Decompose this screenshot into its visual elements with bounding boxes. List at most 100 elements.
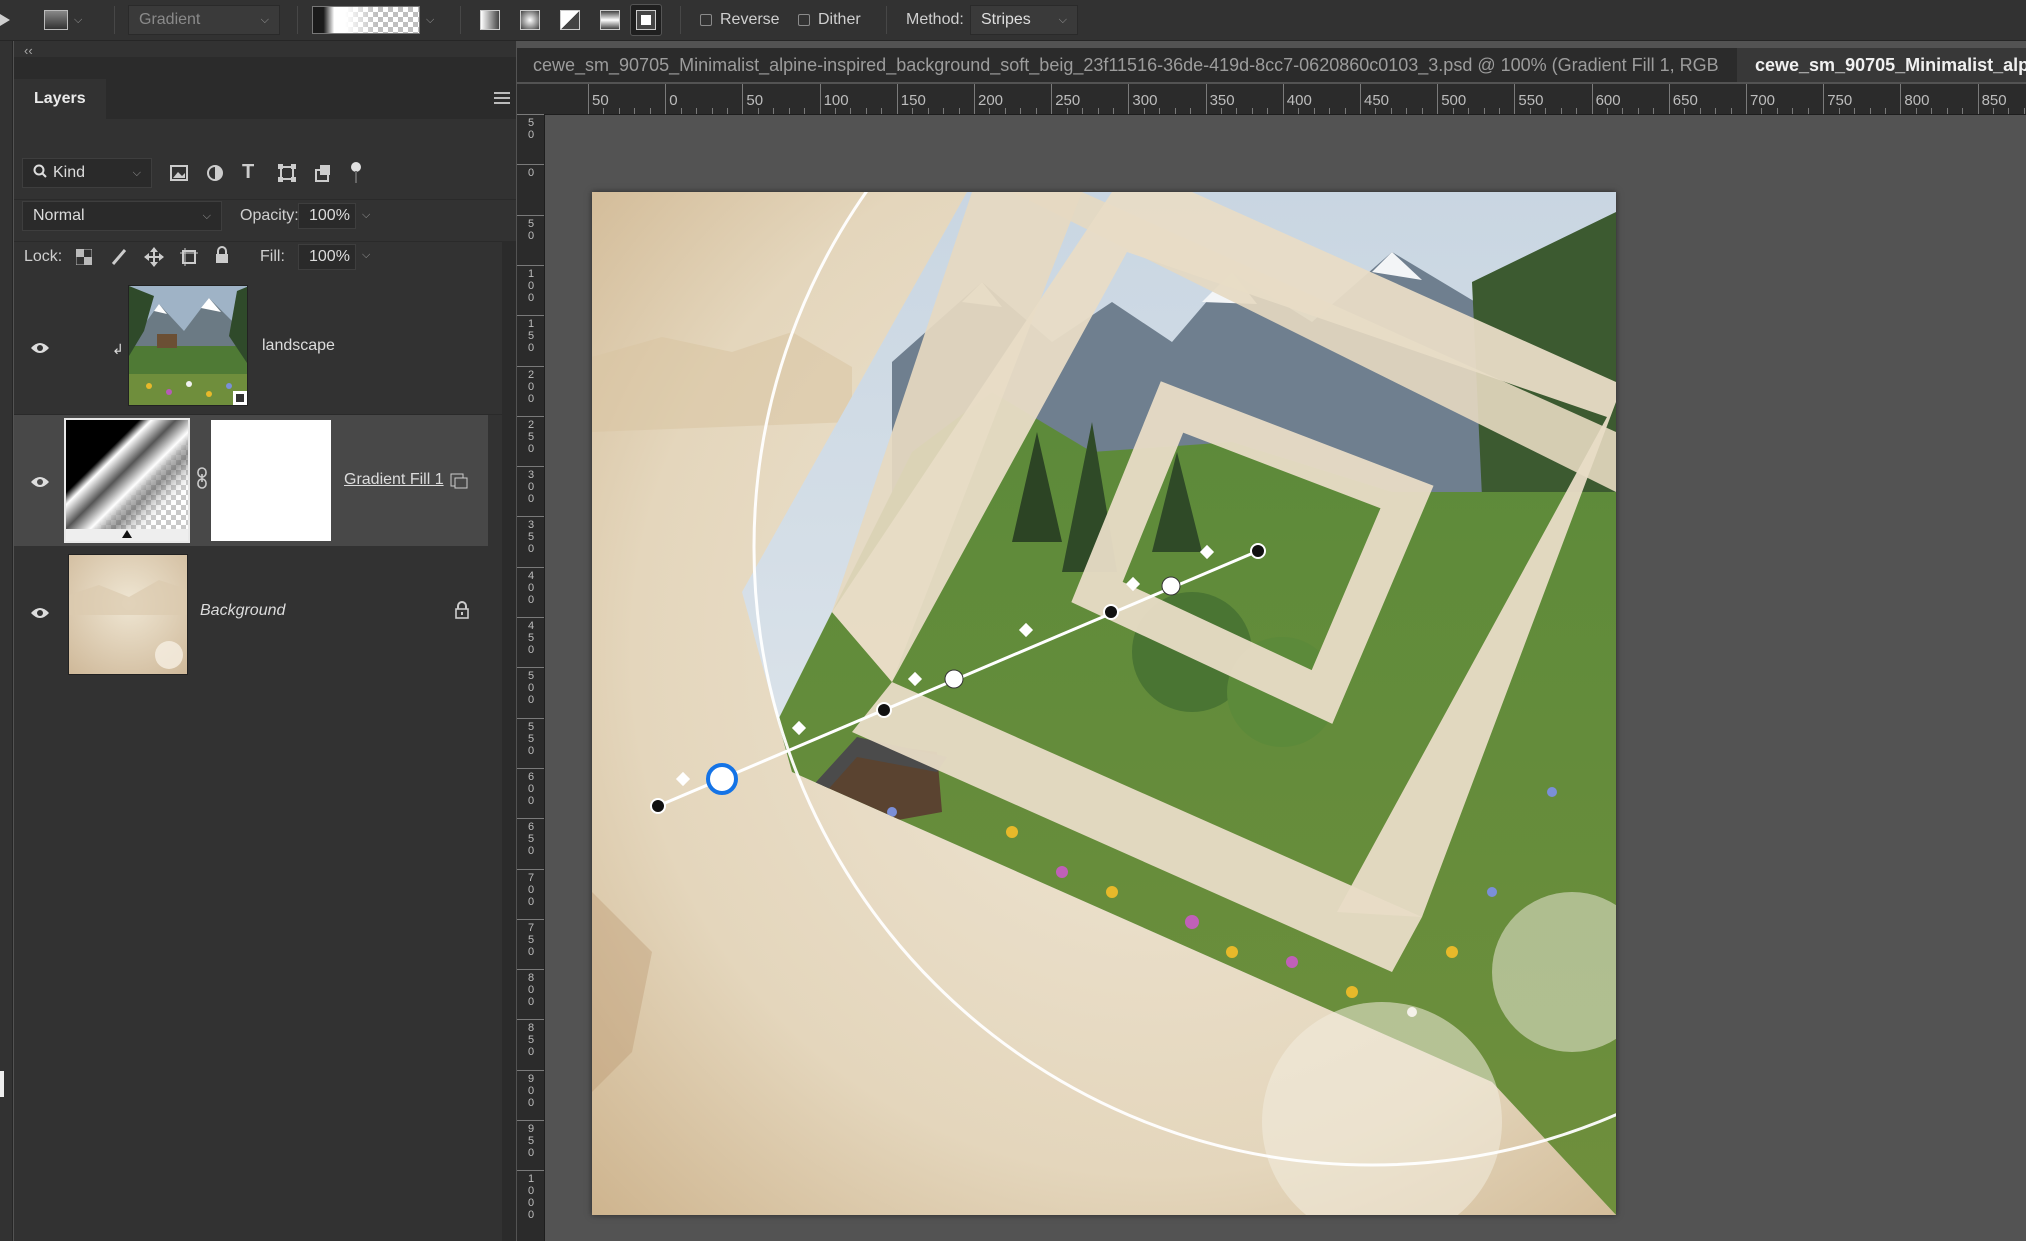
gradient-color-stop[interactable] bbox=[944, 669, 964, 689]
ruler-minor-tick bbox=[1251, 108, 1253, 114]
lock-all-icon[interactable] bbox=[214, 246, 230, 269]
layer-row-gradient-fill[interactable]: Gradient Fill 1 bbox=[14, 415, 488, 546]
angle-gradient-icon[interactable] bbox=[554, 4, 586, 36]
ruler-minor-tick bbox=[943, 108, 945, 114]
filter-smart-object-icon[interactable] bbox=[314, 164, 332, 187]
ruler-minor-tick bbox=[2008, 108, 2010, 114]
ruler-minor-tick bbox=[1190, 108, 1192, 114]
ruler-label: 450 bbox=[527, 620, 535, 656]
filter-image-icon[interactable] bbox=[170, 165, 188, 186]
layer-row-landscape[interactable]: ↲ landscape bbox=[14, 281, 488, 414]
document-tab-title: cewe_sm_90705_Minimalist_alpine-in bbox=[1755, 54, 2026, 75]
reflected-gradient-icon[interactable] bbox=[594, 4, 626, 36]
reverse-checkbox[interactable]: Reverse bbox=[700, 5, 780, 35]
lock-icon bbox=[454, 601, 470, 624]
ruler-tick bbox=[517, 1069, 544, 1071]
layer-name-gradient-fill[interactable]: Gradient Fill 1 bbox=[344, 471, 444, 489]
radial-gradient-icon[interactable] bbox=[514, 4, 546, 36]
ruler-label: 600 bbox=[1595, 92, 1621, 109]
checkbox-box bbox=[700, 14, 712, 26]
ruler-tick bbox=[517, 114, 544, 115]
panel-menu-icon[interactable] bbox=[494, 91, 510, 109]
lock-transparency-icon[interactable] bbox=[75, 248, 93, 270]
document-tab-active[interactable]: cewe_sm_90705_Minimalist_alpine-in bbox=[1737, 48, 2026, 82]
ruler-tick bbox=[517, 1120, 544, 1121]
gradient-tool-picker[interactable]: ⌵ bbox=[44, 5, 82, 35]
ruler-minor-tick bbox=[1962, 108, 1964, 114]
linear-gradient-icon[interactable] bbox=[474, 4, 506, 36]
ruler-tick bbox=[517, 415, 544, 417]
lock-artboard-icon[interactable] bbox=[180, 248, 198, 271]
ruler-label: 350 bbox=[1209, 92, 1235, 109]
gradient-color-stop[interactable] bbox=[650, 798, 666, 814]
opacity-label: Opacity: bbox=[240, 207, 299, 224]
ruler-minor-tick bbox=[1143, 108, 1145, 114]
ruler-minor-tick bbox=[711, 108, 713, 114]
ruler-minor-tick bbox=[1375, 108, 1377, 114]
gradient-color-stop[interactable] bbox=[1103, 604, 1119, 620]
filter-kind-dropdown[interactable]: Kind ⌵ bbox=[22, 158, 152, 188]
ruler-horizontal: 50 0 50 100 150 200 250 300 350 400 450 500 550 600 65… bbox=[517, 84, 2026, 115]
document-tab[interactable]: cewe_sm_90705_Minimalist_alpine-inspired… bbox=[533, 48, 1719, 82]
ruler-tick bbox=[517, 1170, 544, 1172]
ruler-tick bbox=[896, 84, 898, 114]
ruler-tick bbox=[819, 84, 821, 114]
ruler-label: 1000 bbox=[527, 1173, 535, 1222]
ruler-minor-tick bbox=[1344, 108, 1346, 114]
document-canvas[interactable] bbox=[592, 192, 1616, 1215]
fill-slider-arrow[interactable]: ⌵ bbox=[362, 249, 370, 262]
ruler-tick bbox=[517, 566, 544, 568]
collapse-panel-icon[interactable]: ‹‹ bbox=[24, 43, 33, 58]
opacity-slider-arrow[interactable]: ⌵ bbox=[362, 209, 370, 222]
filter-type-icon[interactable]: T bbox=[242, 161, 254, 184]
blend-mode-dropdown[interactable]: Normal ⌵ bbox=[22, 201, 222, 231]
eye-icon[interactable] bbox=[30, 606, 50, 620]
eye-icon[interactable] bbox=[30, 475, 50, 489]
filter-adjustment-icon[interactable] bbox=[206, 164, 224, 187]
ruler-label: 200 bbox=[527, 368, 535, 405]
ruler-label: 950 bbox=[527, 1123, 535, 1159]
gradient-swatch-picker[interactable]: ⌵ bbox=[312, 5, 434, 35]
gradient-end-handle[interactable] bbox=[1250, 543, 1266, 559]
lock-position-icon[interactable] bbox=[144, 247, 164, 272]
ruler-label: 800 bbox=[527, 972, 535, 1009]
opacity-input[interactable]: 100% bbox=[298, 203, 356, 229]
tab-layers[interactable]: Layers bbox=[14, 79, 106, 119]
filter-shape-icon[interactable] bbox=[278, 164, 296, 187]
link-icon[interactable] bbox=[196, 467, 208, 494]
method-label-wrap: Method: bbox=[906, 5, 964, 35]
fill-input[interactable]: 100% bbox=[298, 244, 356, 270]
ruler-tick bbox=[1668, 84, 1670, 114]
tool-preset-icon[interactable] bbox=[0, 5, 10, 35]
gradient-preset-dropdown[interactable]: Gradient ⌵ bbox=[128, 5, 280, 35]
chevron-down-icon: ⌵ bbox=[202, 209, 211, 222]
dither-checkbox[interactable]: Dither bbox=[798, 5, 861, 35]
layer-mask-thumbnail[interactable] bbox=[211, 420, 331, 541]
filter-toggle-icon[interactable] bbox=[350, 161, 362, 190]
ruler-label: 150 bbox=[527, 318, 535, 355]
ruler-label: 100 bbox=[823, 92, 849, 109]
panel-scrollbar[interactable] bbox=[502, 241, 516, 1241]
gradient-preset-label: Gradient bbox=[139, 11, 201, 28]
eye-icon[interactable] bbox=[30, 341, 50, 355]
background-thumbnail bbox=[68, 554, 188, 675]
gradient-color-stop[interactable] bbox=[876, 702, 892, 718]
method-dropdown[interactable]: Stripes ⌵ bbox=[970, 5, 1078, 35]
ruler-label: 0 bbox=[527, 167, 535, 180]
layer-name-landscape[interactable]: landscape bbox=[262, 337, 335, 355]
layer-row-background[interactable]: Background bbox=[14, 546, 488, 678]
method-label: Method: bbox=[906, 11, 964, 28]
diamond-gradient-icon[interactable] bbox=[630, 4, 662, 36]
divider bbox=[297, 6, 298, 34]
layer-name-background[interactable]: Background bbox=[200, 602, 285, 620]
gradient-color-stop[interactable] bbox=[1161, 576, 1181, 596]
ruler-minor-tick bbox=[1221, 108, 1223, 114]
ruler-minor-tick bbox=[726, 108, 728, 114]
ruler-label: 150 bbox=[900, 92, 926, 109]
ruler-label: 300 bbox=[1132, 92, 1158, 109]
ruler-minor-tick bbox=[1869, 108, 1871, 114]
gradient-start-handle[interactable] bbox=[706, 763, 738, 795]
ruler-minor-tick bbox=[1066, 108, 1068, 114]
gradient-fill-thumbnail[interactable] bbox=[64, 418, 190, 543]
lock-image-pixels-icon[interactable] bbox=[110, 247, 128, 272]
